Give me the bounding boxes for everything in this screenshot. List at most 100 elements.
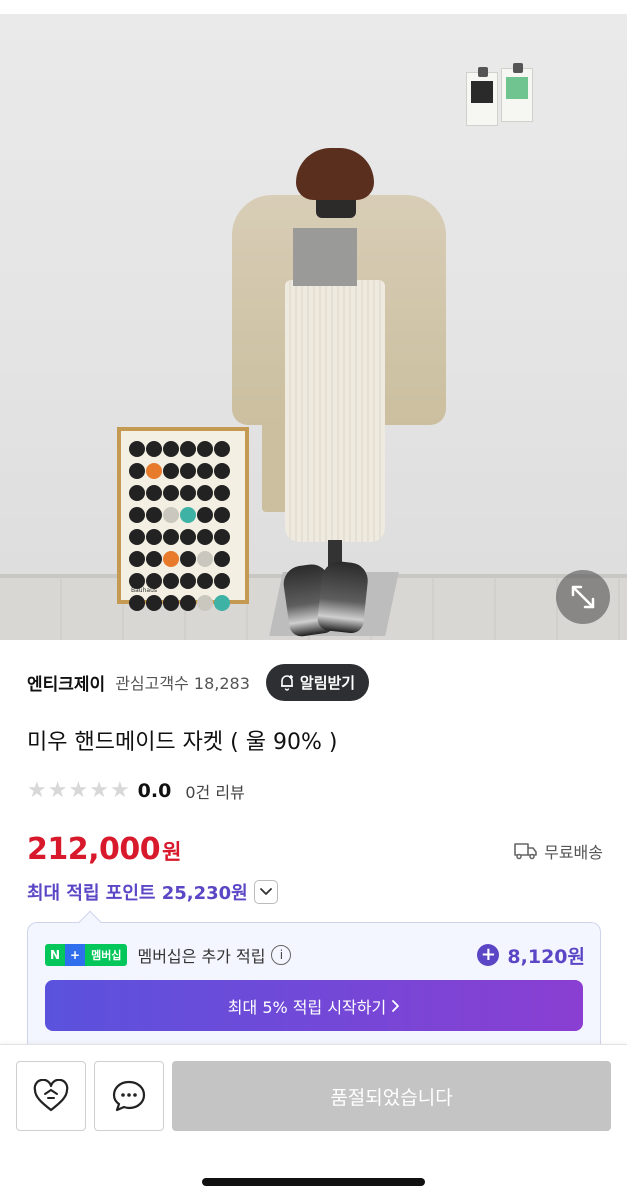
poster-dot — [214, 529, 230, 545]
poster-dot — [197, 507, 213, 523]
poster-dot — [180, 529, 196, 545]
gray-top — [293, 228, 357, 286]
product-image[interactable]: Bauhaus — [0, 0, 627, 640]
poster-dot — [180, 463, 196, 479]
poster-dot — [197, 441, 213, 457]
brown-hat — [296, 148, 374, 200]
poster-dot — [214, 463, 230, 479]
poster-dot — [197, 595, 213, 611]
poster-dot — [146, 485, 162, 501]
chevron-right-icon — [392, 999, 400, 1012]
poster-dot — [180, 485, 196, 501]
poster-dot — [214, 507, 230, 523]
chat-bubble-icon — [112, 1080, 146, 1112]
poster-dot — [129, 507, 145, 523]
plus-circle-icon: + — [477, 944, 500, 966]
price-currency: 원 — [162, 840, 182, 864]
poster-dot — [197, 529, 213, 545]
naver-plus-membership-badge: N + 멤버십 — [45, 944, 128, 966]
notify-label: 알림받기 — [299, 673, 356, 692]
status-area — [0, 0, 627, 14]
poster-dot — [129, 463, 145, 479]
poster-dot — [146, 595, 162, 611]
expand-arrows-icon — [571, 585, 595, 609]
poster-dot — [214, 573, 230, 589]
bell-plus-icon — [280, 675, 293, 691]
rating-row[interactable]: ★ ★ ★ ★ ★ 0.0 0건 리뷰 — [27, 778, 245, 804]
poster-caption: Bauhaus — [131, 587, 158, 594]
poster-dot — [129, 595, 145, 611]
membership-text: 멤버십은 추가 적립 — [137, 947, 266, 966]
knit-skirt — [285, 280, 385, 542]
poster-dot — [180, 551, 196, 567]
star-icon: ★ — [89, 778, 109, 803]
max-points: 최대 적립 포인트 25,230원 — [27, 883, 248, 904]
wall-tag — [501, 63, 533, 122]
info-icon[interactable]: i — [271, 945, 292, 965]
poster-dot — [163, 595, 179, 611]
badge-text: 멤버십 — [85, 944, 128, 966]
poster-dot — [146, 551, 162, 567]
shipping-info: 무료배송 — [514, 839, 603, 863]
star-rating: ★ ★ ★ ★ ★ — [27, 780, 130, 802]
truck-icon — [514, 843, 537, 860]
star-icon: ★ — [47, 778, 68, 803]
chevron-down-icon — [259, 888, 272, 895]
start-membership-button[interactable]: 최대 5% 적립 시작하기 — [45, 980, 583, 1031]
poster-dot — [163, 551, 179, 567]
chat-button[interactable] — [94, 1061, 164, 1131]
star-icon: ★ — [27, 778, 47, 803]
poster-dot — [214, 441, 230, 457]
start-membership-label: 최대 5% 적립 시작하기 — [227, 997, 387, 1017]
membership-points: + 8,120원 — [477, 942, 585, 969]
poster-dot — [163, 441, 179, 457]
poster-dot — [146, 507, 162, 523]
poster-dot — [163, 573, 179, 589]
poster-dot — [197, 573, 213, 589]
card-pointer — [78, 910, 102, 934]
points-row[interactable]: 최대 적립 포인트 25,230원 — [27, 878, 278, 906]
poster-dot — [197, 463, 213, 479]
store-row: 엔티크제이 관심고객수 18,283 알림받기 — [27, 662, 607, 702]
product-title: 미우 핸드메이드 자켓 ( 울 90% ) — [27, 730, 338, 755]
bauhaus-poster: Bauhaus — [117, 427, 249, 611]
poster-dot — [163, 463, 179, 479]
poster-dot — [214, 485, 230, 501]
home-indicator — [202, 1178, 425, 1186]
wall-tag — [466, 67, 498, 126]
expand-image-button[interactable] — [556, 570, 610, 624]
poster-dot — [214, 551, 230, 567]
poster-dot — [180, 573, 196, 589]
poster-dot — [197, 485, 213, 501]
poster-dot — [163, 485, 179, 501]
poster-dot — [163, 529, 179, 545]
points-toggle-button[interactable] — [253, 880, 278, 904]
store-name[interactable]: 엔티크제이 — [27, 670, 105, 695]
bottom-action-bar: 품절되었습니다 — [0, 1044, 627, 1200]
poster-dot — [180, 441, 196, 457]
poster-dot — [129, 485, 145, 501]
poster-dot — [214, 595, 230, 611]
notify-button[interactable]: 알림받기 — [265, 663, 370, 701]
sneaker-right — [316, 559, 370, 635]
poster-dot — [180, 507, 196, 523]
poster-dot — [129, 551, 145, 567]
fans-label: 관심고객수 — [115, 674, 189, 693]
membership-row: N + 멤버십 멤버십은 추가 적립 i + 8,120원 — [45, 941, 585, 969]
price-amount: 212,000 — [27, 832, 161, 867]
fans-count: 관심고객수 18,283 — [115, 670, 250, 694]
star-icon: ★ — [109, 778, 130, 803]
rating-score: 0.0 — [137, 780, 172, 802]
poster-dot — [197, 551, 213, 567]
fans-value: 18,283 — [193, 674, 250, 693]
shipping-label: 무료배송 — [544, 843, 603, 862]
star-icon: ★ — [68, 778, 89, 803]
badge-n: N — [45, 944, 66, 966]
price-row: 212,000 원 무료배송 — [27, 832, 603, 870]
poster-dot — [129, 441, 145, 457]
poster-dot — [163, 507, 179, 523]
badge-plus: + — [65, 944, 86, 966]
poster-dot — [146, 441, 162, 457]
soldout-button[interactable]: 품절되었습니다 — [172, 1061, 611, 1131]
like-button[interactable] — [16, 1061, 86, 1131]
